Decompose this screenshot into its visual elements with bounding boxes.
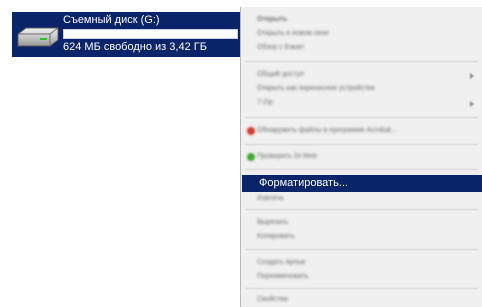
menu-separator <box>245 61 478 62</box>
menu-item-properties[interactable]: Свойства <box>257 294 288 306</box>
drive-usage-fill <box>64 30 206 38</box>
drive-usage-bar <box>63 29 238 39</box>
usb-drive-icon <box>17 27 59 47</box>
removable-drive-item[interactable]: Съемный диск (G:) 624 МБ свободно из 3,4… <box>12 12 241 57</box>
menu-separator <box>245 249 478 250</box>
menu-separator <box>245 117 478 118</box>
acrobat-icon <box>247 127 255 135</box>
drive-title: Съемный диск (G:) <box>63 14 160 26</box>
menu-item-open-portable[interactable]: Открыть как переносное устройство <box>257 83 375 95</box>
menu-item-drweb[interactable]: Проверить Dr.Web <box>257 151 317 163</box>
menu-separator <box>245 209 478 210</box>
menu-item-copy[interactable]: Копировать <box>257 231 295 243</box>
submenu-arrow-icon <box>470 73 474 79</box>
menu-item-explore[interactable]: Обзор с Бэкап <box>257 42 304 54</box>
context-menu: Открыть Открыть в новом окне Обзор с Бэк… <box>240 7 482 307</box>
menu-item-cut[interactable]: Вырезать <box>257 217 288 229</box>
drive-free-space: 624 МБ свободно из 3,42 ГБ <box>63 41 207 53</box>
submenu-arrow-icon <box>470 101 474 107</box>
menu-item-rename[interactable]: Переименовать <box>257 271 308 283</box>
menu-item-7zip[interactable]: 7-Zip <box>257 97 273 109</box>
menu-item-sharing[interactable]: Общий доступ <box>257 69 304 81</box>
menu-item-format[interactable]: Форматировать... <box>242 175 482 192</box>
menu-item-eject[interactable]: Извлечь <box>257 193 284 205</box>
menu-item-acrobat[interactable]: Обнаружить файлы в программе Acrobat... <box>257 125 397 137</box>
menu-separator <box>245 288 478 289</box>
menu-item-create-shortcut[interactable]: Создать ярлык <box>257 257 305 269</box>
menu-item-open[interactable]: Открыть <box>257 14 287 26</box>
menu-separator <box>245 169 478 170</box>
menu-item-open-new-window[interactable]: Открыть в новом окне <box>257 28 329 40</box>
drweb-icon <box>247 153 255 161</box>
menu-separator <box>245 144 478 145</box>
